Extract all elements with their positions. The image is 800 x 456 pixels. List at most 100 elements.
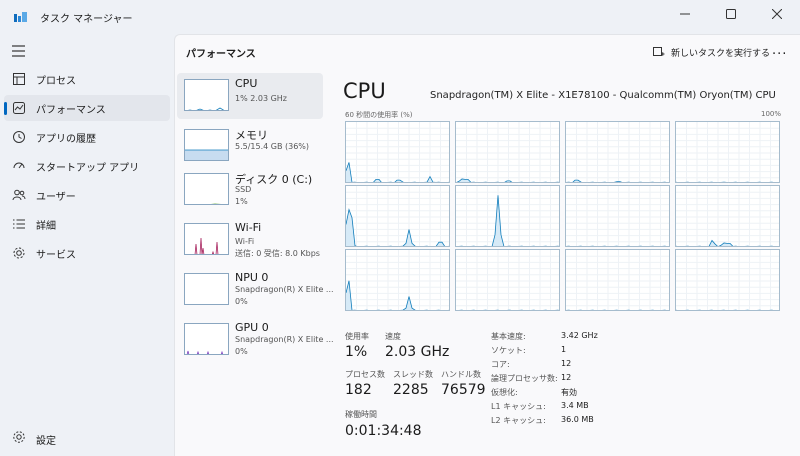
graph-caption: 60 秒間の使用率 (%)	[345, 111, 413, 119]
spec-value: 12	[561, 359, 572, 368]
gear-icon	[13, 431, 25, 443]
nav-item-label: アプリの履歴	[36, 134, 96, 145]
spec-value: 12	[561, 373, 572, 382]
cpu-thumbnail-graph	[184, 79, 229, 111]
maximize-button[interactable]	[708, 0, 754, 28]
cpu-core-graph	[565, 249, 670, 311]
resource-name: Wi-Fi	[235, 221, 262, 234]
nav-item-services[interactable]: サービス	[4, 240, 170, 266]
spec-label: 基本速度:	[491, 332, 526, 341]
cpu-thumbnail-line	[187, 107, 228, 110]
graph-max-label: 100%	[761, 110, 782, 118]
settings-label: 設定	[36, 436, 56, 447]
task-manager-app-icon	[14, 12, 27, 22]
minimize-icon	[680, 13, 690, 15]
resource-sub: Wi-Fi	[235, 237, 255, 246]
title-bar: タスク マネージャー	[0, 0, 800, 34]
close-icon	[772, 9, 782, 19]
resource-name: GPU 0	[235, 321, 269, 334]
resource-item-gpu[interactable]: GPU 0 Snapdragon(R) X Elite ... 0%	[177, 317, 334, 363]
nav-item-processes[interactable]: プロセス	[4, 66, 170, 92]
cpu-core-graph	[345, 121, 450, 183]
nav-item-app-history[interactable]: アプリの履歴	[4, 124, 170, 150]
nav-item-performance[interactable]: パフォーマンス	[4, 95, 170, 121]
resource-sub: 0%	[235, 347, 248, 356]
main-panel: パフォーマンス 新しいタスクを実行する ... CPU 1% 2.03 GHz	[174, 34, 800, 456]
performance-icon	[13, 102, 25, 114]
memory-thumbnail-graph	[184, 129, 229, 161]
cpu-core-graph	[565, 185, 670, 247]
cpu-core-graph	[455, 249, 560, 311]
wifi-thumbnail-graph	[184, 223, 229, 255]
resource-sub: 0%	[235, 297, 248, 306]
nav-item-label: サービス	[36, 250, 76, 261]
nav-item-label: スタートアップ アプリ	[36, 163, 140, 174]
cpu-core-graph	[565, 121, 670, 183]
details-icon	[13, 219, 25, 229]
resource-sub: Snapdragon(R) X Elite ...	[235, 285, 334, 294]
cpu-core-graph	[345, 185, 450, 247]
threads-value: 2285	[393, 382, 429, 398]
nav-item-details[interactable]: 詳細	[4, 211, 170, 237]
processes-label: プロセス数	[345, 370, 385, 379]
spec-value: 1	[561, 345, 567, 354]
usage-value: 1%	[345, 344, 368, 360]
active-indicator	[4, 102, 7, 115]
minimize-button[interactable]	[662, 0, 708, 28]
hamburger-menu-icon[interactable]	[11, 44, 27, 58]
resource-item-disk[interactable]: ディスク 0 (C:) SSD 1%	[177, 167, 323, 213]
maximize-icon	[726, 9, 736, 19]
gpu-thumbnail-graph	[184, 323, 229, 355]
navigation-pane: プロセス パフォーマンス アプリの履歴 スタートアップ アプリ ユーザー 詳細 …	[0, 34, 174, 456]
window-title: タスク マネージャー	[40, 14, 133, 25]
resource-item-memory[interactable]: メモリ 5.5/15.4 GB (36%)	[177, 123, 323, 169]
resource-item-wifi[interactable]: Wi-Fi Wi-Fi 送信: 0 受信: 8.0 Kbps	[177, 217, 323, 263]
cpu-core-graphs	[345, 121, 780, 323]
resource-name: メモリ	[235, 129, 268, 142]
spec-label: コア:	[491, 360, 510, 369]
app-history-icon	[13, 131, 25, 143]
run-task-label: 新しいタスクを実行する	[671, 48, 771, 59]
processes-icon	[13, 73, 25, 85]
resource-item-cpu[interactable]: CPU 1% 2.03 GHz	[177, 73, 323, 119]
cpu-core-graph	[675, 185, 780, 247]
spec-value: 3.42 GHz	[561, 331, 598, 340]
disk-thumbnail-line	[210, 203, 222, 204]
more-options-button[interactable]: ...	[772, 43, 787, 58]
nav-item-users[interactable]: ユーザー	[4, 182, 170, 208]
cpu-core-graph	[675, 121, 780, 183]
spec-label: L2 キャッシュ:	[491, 416, 546, 425]
memory-thumbnail-fill	[185, 149, 228, 160]
spec-label: 仮想化:	[491, 388, 518, 397]
processes-value: 182	[345, 382, 372, 398]
cpu-model-name: Snapdragon(TM) X Elite - X1E78100 - Qual…	[430, 90, 776, 101]
nav-item-label: ユーザー	[36, 192, 76, 203]
spec-value: 有効	[561, 388, 577, 397]
cpu-core-graph	[455, 121, 560, 183]
main-header: パフォーマンス 新しいタスクを実行する ...	[175, 35, 800, 69]
nav-item-settings[interactable]: 設定	[4, 424, 170, 450]
threads-label: スレッド数	[393, 370, 433, 379]
nav-item-label: パフォーマンス	[36, 105, 106, 116]
resource-name: NPU 0	[235, 271, 269, 284]
nav-item-label: 詳細	[36, 221, 56, 232]
close-button[interactable]	[754, 0, 800, 28]
uptime-value: 0:01:34:48	[345, 423, 422, 439]
disk-thumbnail-graph	[184, 173, 229, 205]
resource-sub: Snapdragon(R) X Elite ...	[235, 335, 334, 344]
wifi-thumbnail-line	[194, 237, 219, 254]
run-new-task-button[interactable]: 新しいタスクを実行する	[653, 43, 770, 61]
resource-sub: SSD	[235, 185, 252, 194]
users-icon	[12, 189, 26, 201]
services-icon	[13, 247, 25, 259]
speed-value: 2.03 GHz	[385, 344, 450, 360]
cpu-detail-title: CPU	[343, 79, 386, 103]
resource-item-npu[interactable]: NPU 0 Snapdragon(R) X Elite ... 0%	[177, 267, 334, 313]
resource-name: CPU	[235, 77, 258, 90]
nav-item-startup-apps[interactable]: スタートアップ アプリ	[4, 153, 170, 179]
gpu-thumbnail-line	[186, 350, 224, 354]
handles-label: ハンドル数	[441, 370, 481, 379]
usage-label: 使用率	[345, 332, 369, 341]
cpu-core-graph	[455, 185, 560, 247]
resource-sub: 1%	[235, 197, 248, 206]
